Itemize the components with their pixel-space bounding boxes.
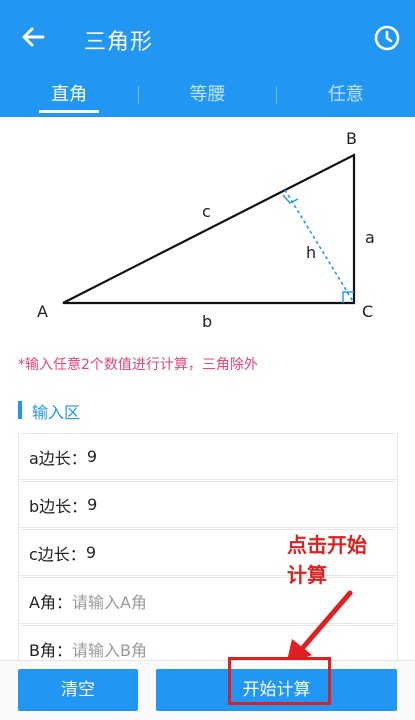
field-label: b边长：	[29, 496, 88, 516]
tab-label: 等腰	[189, 84, 226, 105]
tab-label: 任意	[327, 84, 364, 105]
side-a-field[interactable]: a边长： 9	[18, 433, 398, 480]
tab-isosceles[interactable]: 等腰	[138, 72, 276, 117]
field-placeholder[interactable]: 请输入B角	[72, 637, 147, 661]
annotation-line-1: 点击开始	[287, 533, 367, 557]
vertex-label-b: B	[346, 129, 357, 148]
triangle-shape	[62, 153, 356, 305]
field-label: a边长：	[29, 448, 87, 468]
page-title: 三角形	[84, 30, 154, 55]
input-hint: *输入任意2个数值进行计算，三角除外	[18, 357, 258, 373]
clear-button[interactable]: 清空	[18, 669, 138, 711]
section-title: 输入区	[32, 403, 81, 422]
vertex-label-a: A	[37, 302, 48, 321]
arrow-left-icon[interactable]	[18, 22, 48, 52]
field-value[interactable]: 9	[87, 447, 97, 466]
side-b-field[interactable]: b边长： 9	[18, 481, 398, 528]
section-accent-bar	[18, 401, 22, 419]
clock-icon[interactable]	[373, 24, 401, 52]
field-placeholder[interactable]: 请输入A角	[72, 589, 147, 613]
height-label-h: h	[306, 243, 316, 262]
tab-right-angle[interactable]: 直角	[0, 72, 138, 117]
side-label-c: c	[202, 202, 211, 221]
tab-divider	[138, 86, 139, 104]
tutorial-annotation: 点击开始 计算	[287, 530, 407, 590]
right-angle-mark-h	[282, 194, 299, 204]
field-value[interactable]: 9	[87, 495, 97, 514]
bottom-action-bar: 清空 开始计算	[0, 660, 415, 720]
vertex-label-c: C	[362, 302, 373, 321]
triangle-diagram: B c a h A C b	[0, 117, 415, 347]
tab-divider	[276, 86, 277, 104]
side-label-b: b	[202, 312, 212, 331]
height-line	[284, 189, 355, 304]
field-label: A角：	[29, 592, 72, 612]
highlight-box	[228, 657, 331, 705]
triangle-svg: B c a h A C b	[37, 129, 375, 331]
tab-indicator	[39, 110, 100, 113]
field-label: B角：	[29, 640, 72, 660]
tab-bar: 直角 等腰 任意	[0, 72, 415, 117]
field-value[interactable]: 9	[86, 543, 96, 562]
field-label: c边长：	[29, 544, 86, 564]
tab-arbitrary[interactable]: 任意	[277, 72, 415, 117]
side-label-a: a	[365, 228, 375, 247]
tab-label: 直角	[51, 84, 88, 105]
